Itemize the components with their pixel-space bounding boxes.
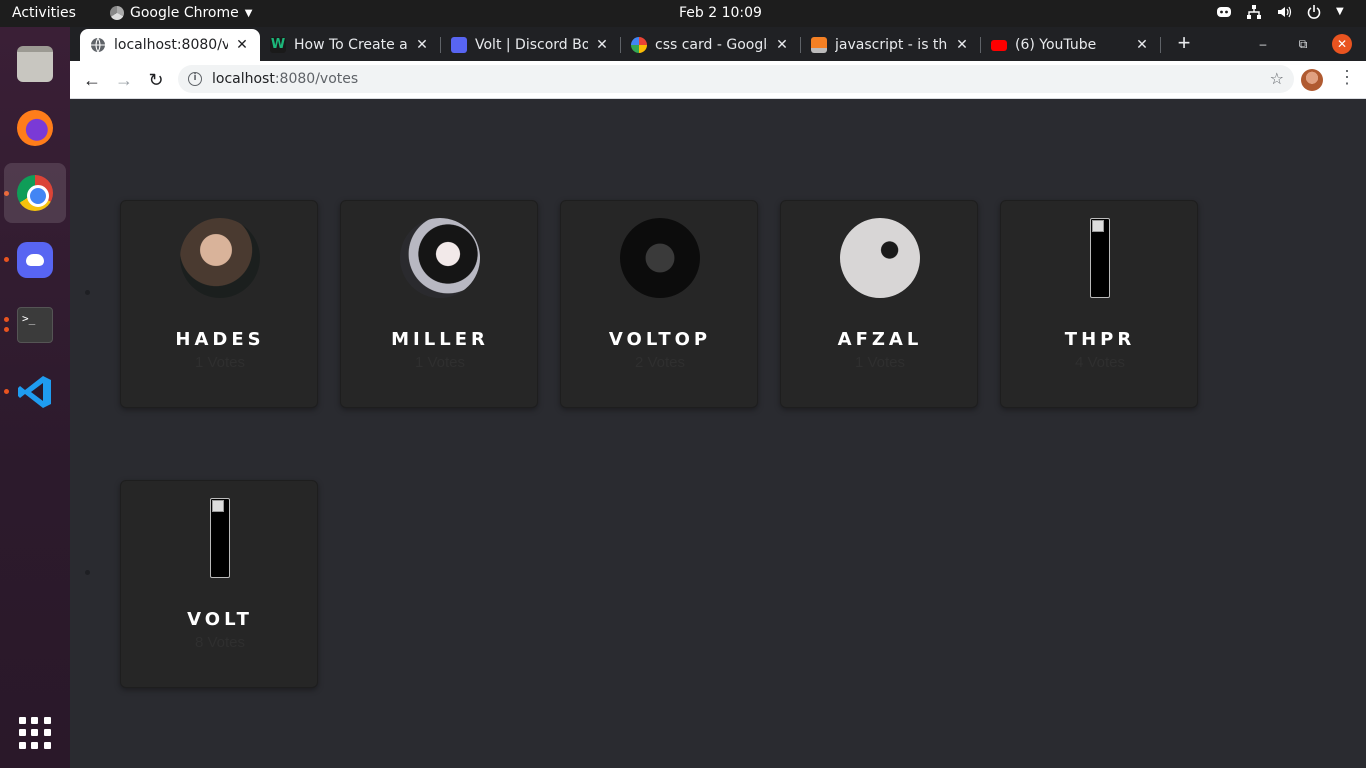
dock-files[interactable] [4,34,66,94]
dock-firefox[interactable] [4,98,66,158]
tab-title: css card - Google [655,37,768,53]
broken-image-icon [1090,218,1110,298]
webflow-icon: W [270,37,286,53]
candidate-name: MILLER [391,329,489,350]
vote-count: 1 Votes [854,354,906,371]
avatar [840,218,920,298]
close-window-button[interactable]: ✕ [1332,34,1352,54]
app-menu[interactable]: Google Chrome ▼ [110,5,252,21]
system-tray[interactable]: ▼ [1216,4,1352,20]
candidate-name: HADES [175,329,265,350]
candidate-name: AFZAL [837,329,923,350]
bookmark-star-icon[interactable]: ☆ [1270,69,1284,88]
vote-card[interactable]: VOLTOP 2 Votes [560,200,758,408]
globe-icon [90,37,106,53]
tab-divider [1160,37,1161,53]
tab-title: localhost:8080/votes [114,37,228,53]
google-icon [631,37,647,53]
tab-strip: localhost:8080/votes ✕ W How To Create a… [70,27,1366,61]
discord-icon [17,242,53,278]
system-menu-caret-icon[interactable]: ▼ [1336,4,1352,20]
page-viewport: HADES 1 Votes MILLER 1 Votes VOLTOP 2 Vo… [70,99,1366,768]
tab-title: (6) YouTube [1015,37,1097,53]
list-bullet [85,570,90,575]
dock-chrome[interactable] [4,163,66,223]
tab-votes[interactable]: localhost:8080/votes ✕ [80,29,260,61]
profile-avatar[interactable] [1301,69,1323,91]
vote-count: 2 Votes [634,354,686,371]
avatar [400,218,480,298]
browser-window: localhost:8080/votes ✕ W How To Create a… [70,27,1366,768]
list-bullet [85,290,90,295]
youtube-icon [991,39,1007,51]
volume-icon[interactable] [1276,4,1292,20]
show-applications-icon[interactable] [19,717,51,749]
network-icon[interactable] [1246,4,1262,20]
close-tab-icon[interactable]: ✕ [774,37,790,53]
browser-toolbar: ← → ↻ i localhost :8080/votes ☆ ⋮ [70,61,1366,99]
info-icon[interactable]: i [188,72,202,86]
restore-button[interactable]: ⧉ [1293,34,1313,54]
power-icon[interactable] [1306,4,1322,20]
caret-down-icon: ▼ [244,7,253,19]
chrome-icon [110,6,124,20]
vote-card[interactable]: THPR 4 Votes [1000,200,1198,408]
vscode-icon [18,376,51,408]
vote-count: 1 Votes [414,354,466,371]
discord-tray-icon[interactable] [1216,4,1232,20]
activities-button[interactable]: Activities [12,5,76,21]
tab-youtube[interactable]: (6) YouTube ✕ [981,29,1160,61]
url-path: :8080/votes [274,71,359,87]
dock: >_ [0,27,70,768]
vote-card[interactable]: AFZAL 1 Votes [780,200,978,408]
tab-how-to-create[interactable]: W How To Create a ✕ [260,29,440,61]
url-host: localhost [212,71,275,87]
new-tab-button[interactable]: + [1172,32,1196,56]
vote-card[interactable]: HADES 1 Votes [120,200,318,408]
candidate-name: THPR [1064,329,1136,350]
vote-count: 8 Votes [194,634,246,651]
tab-title: How To Create a [294,37,408,53]
avatar [620,218,700,298]
stackoverflow-icon [811,37,827,53]
close-tab-icon[interactable]: ✕ [954,37,970,53]
tab-css-card-google[interactable]: css card - Google ✕ [621,29,800,61]
minimize-button[interactable]: – [1253,34,1273,54]
firefox-icon [17,110,53,146]
dock-discord[interactable] [4,230,66,290]
broken-image-icon [210,498,230,578]
close-tab-icon[interactable]: ✕ [234,37,250,53]
back-button[interactable]: ← [80,68,104,92]
close-tab-icon[interactable]: ✕ [1134,37,1150,53]
discord-icon [451,37,467,53]
files-icon [17,46,53,82]
tab-title: javascript - is the [835,37,948,53]
app-menu-label: Google Chrome [130,5,239,21]
avatar [180,218,260,298]
menu-kebab-icon[interactable]: ⋮ [1338,67,1356,88]
close-tab-icon[interactable]: ✕ [414,37,430,53]
tab-title: Volt | Discord Bot [475,37,588,53]
dock-vscode[interactable] [4,362,66,422]
vote-count: 1 Votes [194,354,246,371]
tab-stackoverflow[interactable]: javascript - is the ✕ [801,29,980,61]
address-bar[interactable]: i localhost :8080/votes ☆ [178,65,1294,93]
vote-card[interactable]: VOLT 8 Votes [120,480,318,688]
dock-terminal[interactable]: >_ [4,295,66,355]
close-tab-icon[interactable]: ✕ [594,37,610,53]
candidate-name: VOLTOP [608,329,712,350]
clock[interactable]: Feb 2 10:09 [679,5,762,21]
reload-button[interactable]: ↻ [144,68,168,92]
chrome-icon [17,175,53,211]
system-top-bar: Activities Google Chrome ▼ Feb 2 10:09 ▼ [0,0,1366,27]
forward-button[interactable]: → [112,68,136,92]
vote-card[interactable]: MILLER 1 Votes [340,200,538,408]
terminal-icon: >_ [17,307,53,343]
vote-count: 4 Votes [1074,354,1126,371]
tab-volt-discord-bot[interactable]: Volt | Discord Bot ✕ [441,29,620,61]
candidate-name: VOLT [187,609,253,630]
